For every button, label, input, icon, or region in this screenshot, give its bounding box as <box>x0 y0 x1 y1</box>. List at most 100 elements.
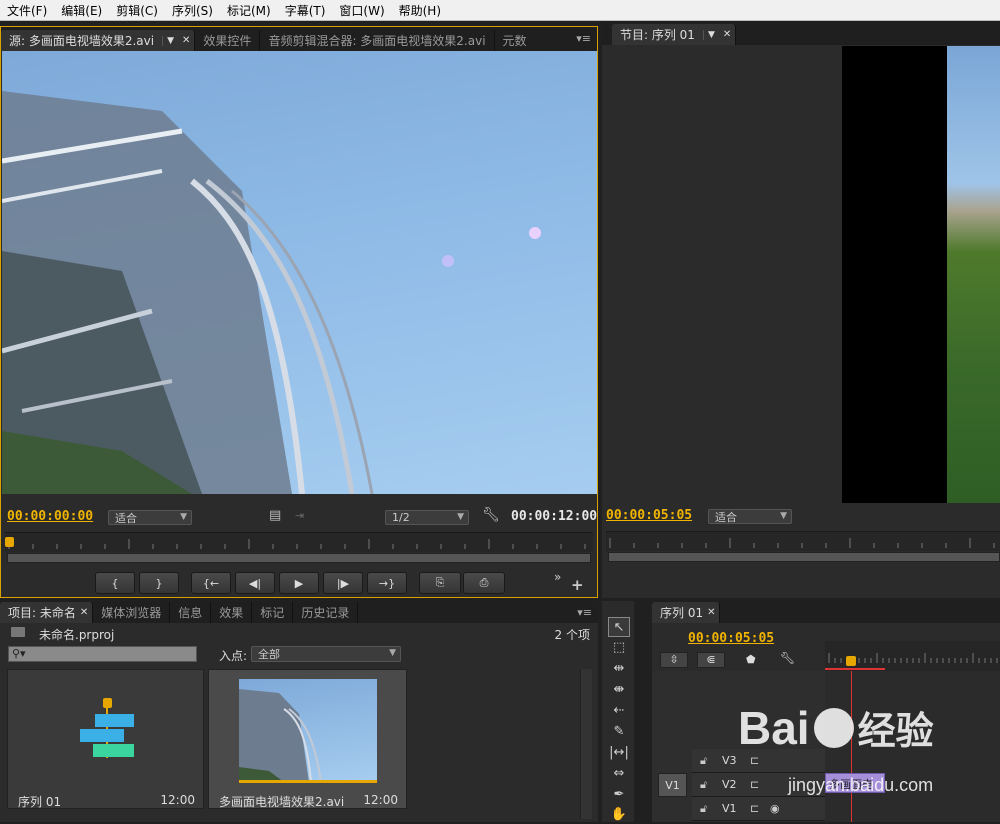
insert-button[interactable]: ⎘ <box>419 572 461 594</box>
program-timecode[interactable]: 00:00:05:05 <box>606 508 692 523</box>
program-monitor-panel: 节目: 序列 01 ▼ ✕ 00:00:05:05 适合 ▼ <box>602 21 1000 598</box>
tab-markers[interactable]: 标记 <box>252 602 294 623</box>
menu-window[interactable]: 窗口(W) <box>332 2 391 19</box>
selection-tool-icon[interactable]: ↖ <box>608 617 630 637</box>
more-controls-icon[interactable]: » <box>554 570 561 584</box>
hand-tool-icon[interactable]: ✋ <box>608 804 630 824</box>
mark-in-button[interactable]: { <box>95 572 135 594</box>
close-icon[interactable]: ✕ <box>723 29 731 40</box>
overwrite-button[interactable]: ⎙ <box>463 572 505 594</box>
in-point-value: 全部 <box>258 648 280 661</box>
source-zoom-scrollbar[interactable] <box>7 553 591 563</box>
menu-edit[interactable]: 编辑(E) <box>54 2 109 19</box>
program-fit-dropdown[interactable]: 适合 ▼ <box>708 509 792 524</box>
menu-sequence[interactable]: 序列(S) <box>165 2 220 19</box>
slide-tool-icon[interactable]: ⇔ <box>608 763 630 783</box>
lock-icon[interactable]: 🔓︎ <box>700 778 707 792</box>
in-point-dropdown[interactable]: 全部 ▼ <box>251 646 401 662</box>
tab-effects[interactable]: 效果 <box>211 602 253 623</box>
program-fit-value: 适合 <box>715 510 737 524</box>
playhead-icon[interactable] <box>5 537 14 547</box>
pen-tool-icon[interactable]: ✒ <box>608 784 630 804</box>
project-panel: 项目: 未命名 ✕ 媒体浏览器 信息 效果 标记 历史记录 ▾≡ 未命名.prp… <box>0 601 598 822</box>
slip-tool-icon[interactable]: |↔| <box>608 742 630 762</box>
track-label: V3 <box>722 754 737 767</box>
project-item-sequence[interactable]: 序列 01 12:00 <box>7 669 204 809</box>
track-label: V2 <box>722 778 737 791</box>
panel-menu-icon[interactable]: ▾≡ <box>577 606 592 619</box>
tab-effect-controls[interactable]: 效果控件 <box>195 30 261 51</box>
menu-clip[interactable]: 剪辑(C) <box>109 2 165 19</box>
tab-sequence[interactable]: 序列 01 ✕ <box>652 602 721 623</box>
menu-title[interactable]: 字幕(T) <box>278 2 333 19</box>
film-icon[interactable]: ▤ <box>269 508 281 523</box>
menu-file[interactable]: 文件(F) <box>0 2 54 19</box>
source-time-ruler[interactable] <box>5 532 593 552</box>
tab-program[interactable]: 节目: 序列 01 ▼ ✕ <box>612 24 737 45</box>
close-icon[interactable]: ✕ <box>182 35 190 46</box>
tab-history[interactable]: 历史记录 <box>293 602 359 623</box>
close-icon[interactable]: ✕ <box>707 607 715 618</box>
lock-icon[interactable]: 🔓︎ <box>700 802 707 816</box>
go-to-in-button[interactable]: {← <box>191 572 231 594</box>
toggle-sync-icon[interactable]: ⊏ <box>750 754 759 767</box>
insert-arrows-icon[interactable]: ⇥ <box>295 509 304 522</box>
search-input[interactable]: ⚲▾ <box>8 646 197 662</box>
wrench-icon[interactable]: 🔧︎ <box>780 651 795 665</box>
toggle-sync-icon[interactable]: ⊏ <box>750 778 759 791</box>
wrench-icon[interactable]: 🔧︎ <box>482 507 500 523</box>
source-fit-dropdown[interactable]: 适合 ▼ <box>108 510 192 525</box>
resolution-dropdown[interactable]: 1/2 ▼ <box>385 510 469 525</box>
mark-out-button[interactable]: } <box>139 572 179 594</box>
timeline-timecode[interactable]: 00:00:05:05 <box>688 631 774 646</box>
tab-source[interactable]: 源: 多画面电视墙效果2.avi ▼ ✕ <box>1 30 196 51</box>
ripple-edit-tool-icon[interactable]: ⇹ <box>608 658 630 678</box>
magnet-icon[interactable]: ⋐ <box>697 652 725 668</box>
snap-icon[interactable]: ⇳ <box>660 652 688 668</box>
panel-menu-icon[interactable]: ▾≡ <box>576 32 591 45</box>
play-button[interactable]: ▶ <box>279 572 319 594</box>
paw-icon <box>813 707 854 748</box>
chevron-down-icon: ▼ <box>780 511 787 521</box>
chevron-down-icon[interactable]: ▼ <box>162 35 174 46</box>
add-button-icon[interactable]: + <box>571 576 584 594</box>
toggle-sync-icon[interactable]: ⊏ <box>750 802 759 815</box>
tab-metadata[interactable]: 元数 <box>495 30 535 51</box>
tab-info[interactable]: 信息 <box>170 602 212 623</box>
program-video-frame <box>842 46 1000 503</box>
rolling-edit-tool-icon[interactable]: ⇼ <box>608 679 630 699</box>
tab-program-label: 节目: 序列 01 <box>620 28 695 42</box>
program-zoom-scrollbar[interactable] <box>608 552 1000 562</box>
baidu-watermark-logo: Bai 经验 <box>738 700 934 755</box>
rate-stretch-tool-icon[interactable]: ⇠ <box>608 700 630 720</box>
chevron-down-icon[interactable]: ▼ <box>702 29 715 40</box>
program-image <box>947 46 1000 503</box>
eye-icon[interactable]: ◉ <box>770 802 780 815</box>
project-item-clip[interactable]: 多画面电视墙效果2.avi 12:00 <box>208 669 407 809</box>
step-forward-button[interactable]: |▶ <box>323 572 363 594</box>
tab-project[interactable]: 项目: 未命名 ✕ <box>0 602 94 623</box>
menu-help[interactable]: 帮助(H) <box>392 2 448 19</box>
razor-tool-icon[interactable]: ✎ <box>608 721 630 741</box>
source-patch-v1[interactable]: V1 <box>658 773 687 797</box>
project-item-count: 2 个项 <box>554 628 590 642</box>
program-ruler-ticks <box>609 538 995 548</box>
timeline-ruler[interactable] <box>825 641 1000 671</box>
step-back-button[interactable]: ◀| <box>235 572 275 594</box>
track-select-tool-icon[interactable]: ⬚ <box>608 637 630 657</box>
clip-thumbnail <box>239 679 377 782</box>
program-time-ruler[interactable] <box>606 531 1000 551</box>
resolution-value: 1/2 <box>392 511 410 524</box>
playhead-icon[interactable] <box>846 656 856 666</box>
sequence-icon <box>80 698 134 758</box>
menu-marker[interactable]: 标记(M) <box>220 2 278 19</box>
add-marker-icon[interactable]: ⬟ <box>746 653 756 666</box>
go-to-out-button[interactable]: →} <box>367 572 407 594</box>
project-scrollbar[interactable] <box>580 669 592 819</box>
source-timecode-in[interactable]: 00:00:00:00 <box>7 509 93 524</box>
tab-project-label: 项目: 未命名 <box>8 606 76 620</box>
lock-icon[interactable]: 🔓︎ <box>700 754 707 768</box>
tab-media-browser[interactable]: 媒体浏览器 <box>93 602 171 623</box>
close-icon[interactable]: ✕ <box>80 607 88 618</box>
tab-audio-clip-mixer[interactable]: 音频剪辑混合器: 多画面电视墙效果2.avi <box>260 30 495 51</box>
